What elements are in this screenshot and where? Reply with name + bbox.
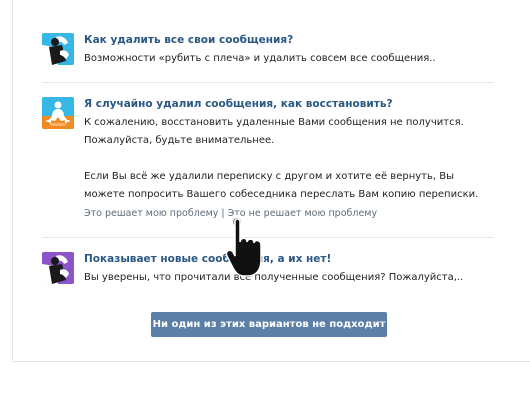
faq-question-title[interactable]: Как удалить все свои сообщения?: [84, 33, 522, 47]
meditating-person-icon: [42, 97, 74, 129]
faq-question-title[interactable]: Показывает новые сообщения, а их нет!: [84, 252, 522, 266]
faq-question-title[interactable]: Я случайно удалил сообщения, как восстан…: [84, 97, 522, 111]
none-of-these-button[interactable]: Ни один из этих вариантов не подходит: [151, 312, 387, 337]
not-helpful-link[interactable]: Это не решает мою проблему: [228, 208, 377, 219]
answer-line: можете попросить Вашего собеседника пере…: [84, 189, 479, 200]
faq-answer-preview: Возможности «рубить с плеча» и удалить с…: [84, 53, 436, 64]
answer-line: К сожалению, восстановить удаленные Вами…: [84, 117, 464, 128]
answer-line: Если Вы всё же удалили переписку с друго…: [84, 171, 454, 182]
phone-person-icon: [42, 252, 74, 284]
answer-line: Пожалуйста, будьте внимательнее.: [84, 135, 275, 146]
divider: [42, 82, 494, 83]
divider: [42, 237, 494, 238]
faq-answer-preview: Вы уверены, что прочитали все полученные…: [84, 272, 464, 283]
helpful-link[interactable]: Это решает мою проблему: [84, 208, 218, 219]
faq-answer-text: К сожалению, восстановить удаленные Вами…: [84, 114, 522, 204]
feedback-separator: |: [221, 208, 225, 219]
feedback-row: Это решает мою проблему | Это не решает мо…: [84, 207, 522, 221]
phone-person-icon: [42, 33, 74, 65]
